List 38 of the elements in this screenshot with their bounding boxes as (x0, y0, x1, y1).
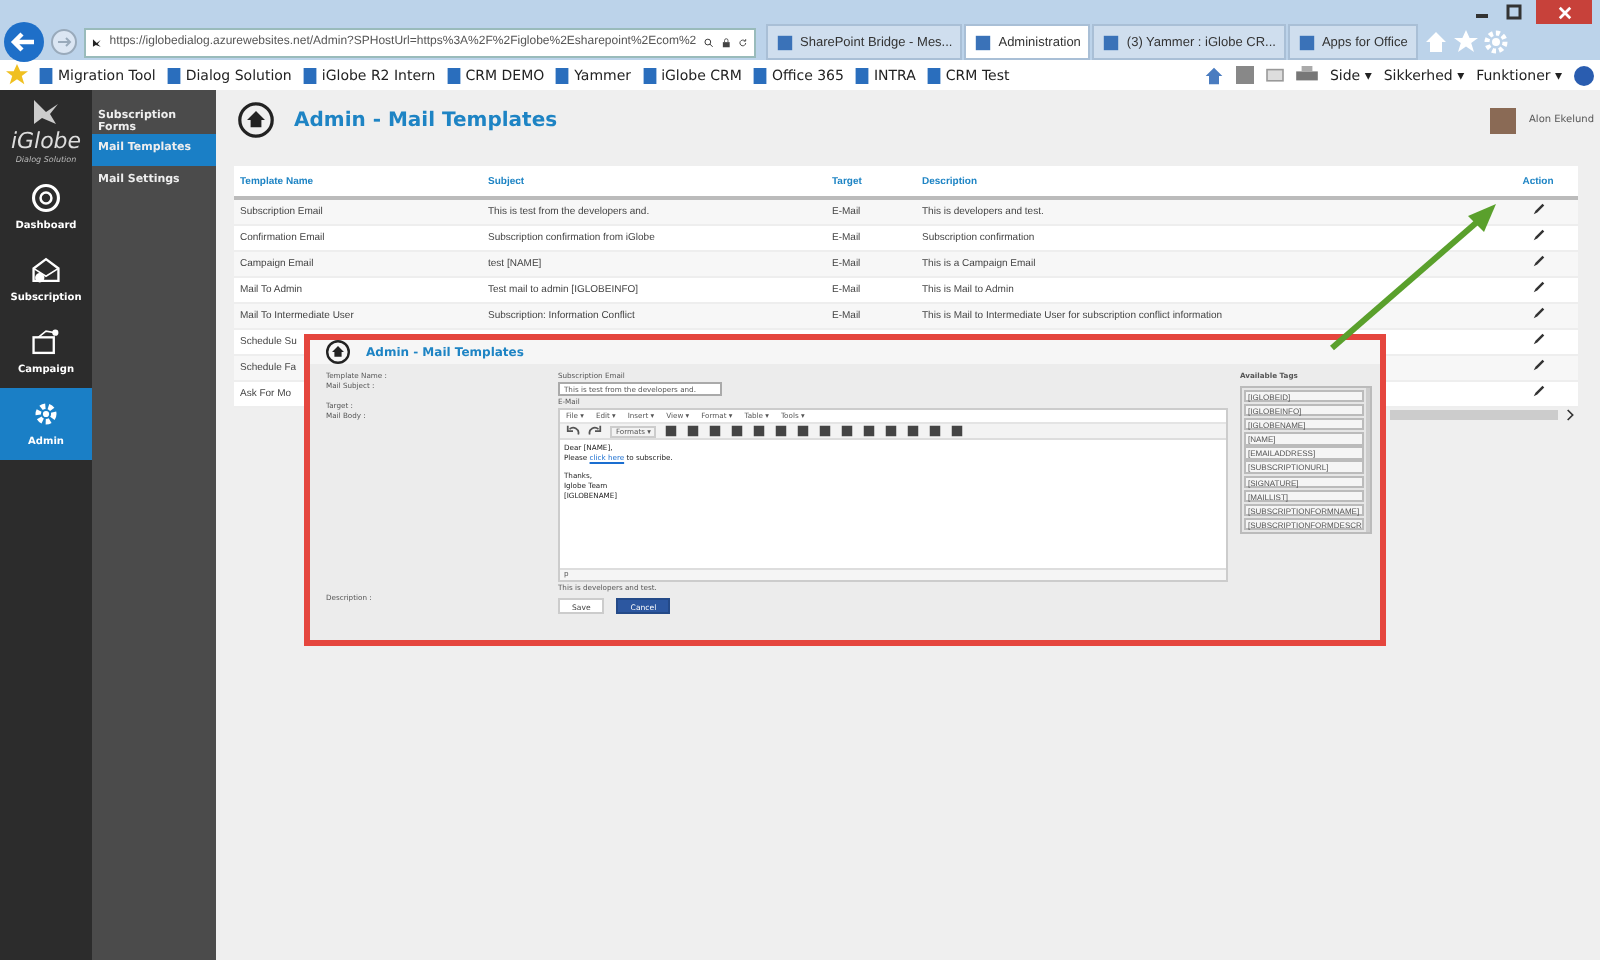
close-icon (1557, 5, 1571, 19)
page-icon (445, 67, 462, 83)
page-icon (925, 67, 942, 83)
undo-icon[interactable] (565, 424, 580, 438)
star-icon[interactable] (1453, 30, 1478, 54)
page-title: Admin - Mail Templates (294, 109, 558, 131)
home-icon[interactable] (326, 340, 350, 364)
megaphone-icon (28, 328, 64, 356)
close-button[interactable] (1536, 0, 1592, 24)
refresh-icon[interactable] (738, 33, 748, 51)
envelope-icon (28, 256, 64, 284)
printer-icon[interactable] (1295, 66, 1318, 84)
search-icon[interactable] (704, 33, 714, 51)
maximize-icon[interactable] (1504, 2, 1524, 22)
page-icon (751, 67, 768, 83)
back-icon[interactable] (4, 22, 44, 62)
bird-logo-icon (30, 96, 62, 128)
tab-page-icon (974, 33, 993, 51)
star-icon[interactable] (6, 64, 28, 86)
logo-text: iGlobe (10, 128, 82, 154)
lock-icon (721, 33, 731, 51)
page-icon (38, 67, 54, 83)
avatar-photo-placeholder (1489, 107, 1516, 133)
page-icon (165, 67, 182, 83)
tab-page-icon (1297, 33, 1316, 51)
scrollbar-thumb[interactable] (1390, 410, 1558, 420)
page-icon (301, 67, 318, 83)
redo-icon[interactable] (587, 424, 602, 438)
page-icon (853, 67, 870, 83)
mail-icon[interactable] (1265, 67, 1284, 83)
target-icon (28, 184, 64, 212)
page-icon (641, 67, 658, 83)
scrollbar[interactable] (1365, 388, 1370, 532)
chevron-right-icon[interactable] (1566, 408, 1576, 422)
home-icon[interactable] (238, 102, 274, 138)
tab-page-icon (1102, 33, 1121, 51)
page-icon (554, 67, 571, 83)
tab-page-icon (776, 33, 794, 51)
